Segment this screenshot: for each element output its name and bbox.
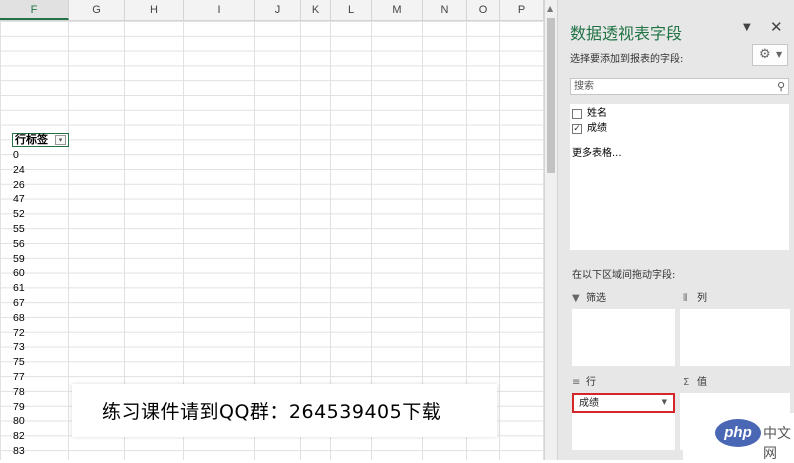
columns-area-header: ⦀ 列 [683,290,707,308]
values-area-header: Σ值 [683,374,707,392]
row-label-value[interactable]: 0 [13,149,19,162]
column-header-l[interactable]: L [331,0,372,20]
rows-area-label: 行 [586,377,596,388]
filters-area-label: 筛选 [586,293,606,304]
grid-column-line [68,21,69,460]
filters-area-header: ▼ 筛选 [572,290,606,308]
row-labels-header-cell[interactable]: 行标签 ▾ [12,133,69,147]
scroll-up-arrow-icon[interactable]: ▲ [547,4,553,13]
column-headers: FGHIJKLMNOP [0,0,544,21]
site-watermark: php 中文网 [683,413,794,461]
rows-icon: ≡ [572,377,581,388]
row-label-value[interactable]: 68 [13,312,25,325]
row-label-value[interactable]: 72 [13,327,25,340]
watermark-site-name: 中文网 [763,425,791,461]
pane-subtitle: 选择要添加到报表的字段: [570,54,684,65]
search-icon[interactable]: ⚲ [777,80,785,93]
columns-drop-area[interactable] [680,309,790,366]
column-header-g[interactable]: G [69,0,125,20]
row-label-value[interactable]: 77 [13,371,25,384]
row-label-value[interactable]: 79 [13,401,25,414]
search-input[interactable] [572,79,766,94]
close-icon[interactable]: ✕ [770,18,783,36]
column-header-h[interactable]: H [125,0,184,20]
column-header-k[interactable]: K [301,0,331,20]
field-checkbox-checked[interactable]: ✓ [572,124,582,134]
rows-area-header: ≡ 行 [572,374,596,392]
row-label-value[interactable]: 75 [13,356,25,369]
field-checkbox[interactable] [572,109,582,119]
php-logo: php [715,419,761,447]
values-area-label: 值 [697,377,707,388]
column-header-p[interactable]: P [500,0,544,20]
column-header-j[interactable]: J [255,0,301,20]
pane-title: 数据透视表字段 [570,24,683,43]
download-caption: 练习课件请到QQ群：264539405下载 [72,384,497,437]
row-label-value[interactable]: 83 [13,445,25,458]
row-label-value[interactable]: 55 [13,223,25,236]
search-box[interactable]: ⚲ [570,78,789,95]
sigma-icon: Σ [683,377,690,388]
row-label-value[interactable]: 24 [13,164,25,177]
row-label-value[interactable]: 26 [13,179,25,192]
row-label-value[interactable]: 78 [13,386,25,399]
row-label-value[interactable]: 52 [13,208,25,221]
row-label-value[interactable]: 73 [13,341,25,354]
column-header-n[interactable]: N [423,0,467,20]
vertical-scrollbar[interactable]: ▲ [544,0,558,460]
drag-hint: 在以下区域间拖动字段: [572,270,676,281]
column-header-o[interactable]: O [467,0,500,20]
row-label-value[interactable]: 80 [13,415,25,428]
column-header-i[interactable]: I [184,0,255,20]
row-label-value[interactable]: 67 [13,297,25,310]
field-label: 成绩 [587,123,607,134]
row-field-pill[interactable]: 成绩 ▼ [572,393,675,413]
row-label-value[interactable]: 82 [13,430,25,443]
row-label-value[interactable]: 59 [13,253,25,266]
row-field-label: 成绩 [579,398,599,409]
gear-icon: ⚙ [759,47,771,62]
scrollbar-thumb[interactable] [547,18,555,173]
column-header-m[interactable]: M [372,0,423,20]
more-tables-link[interactable]: 更多表格... [572,144,622,159]
row-label-value[interactable]: 56 [13,238,25,251]
row-label-value[interactable]: 47 [13,193,25,206]
field-list: 姓名 ✓ 成绩 更多表格... [570,104,789,250]
filters-drop-area[interactable] [572,309,675,366]
chevron-down-icon[interactable]: ▼ [662,398,667,406]
tools-button[interactable]: ⚙ ▼ [752,44,788,66]
caption-text: 练习课件请到QQ群：264539405下载 [102,401,442,423]
pane-options-dropdown[interactable]: ▼ [743,22,751,33]
field-label: 姓名 [587,108,607,119]
filter-icon: ▼ [572,293,580,304]
columns-icon: ⦀ [683,293,688,304]
filter-dropdown-button[interactable]: ▾ [55,135,66,145]
chevron-down-icon: ▼ [776,50,783,59]
grid-column-line [499,21,500,460]
row-labels-header: 行标签 [15,133,48,146]
columns-area-label: 列 [697,293,707,304]
row-label-value[interactable]: 61 [13,282,25,295]
row-label-value[interactable]: 60 [13,267,25,280]
column-header-f[interactable]: F [0,0,69,20]
